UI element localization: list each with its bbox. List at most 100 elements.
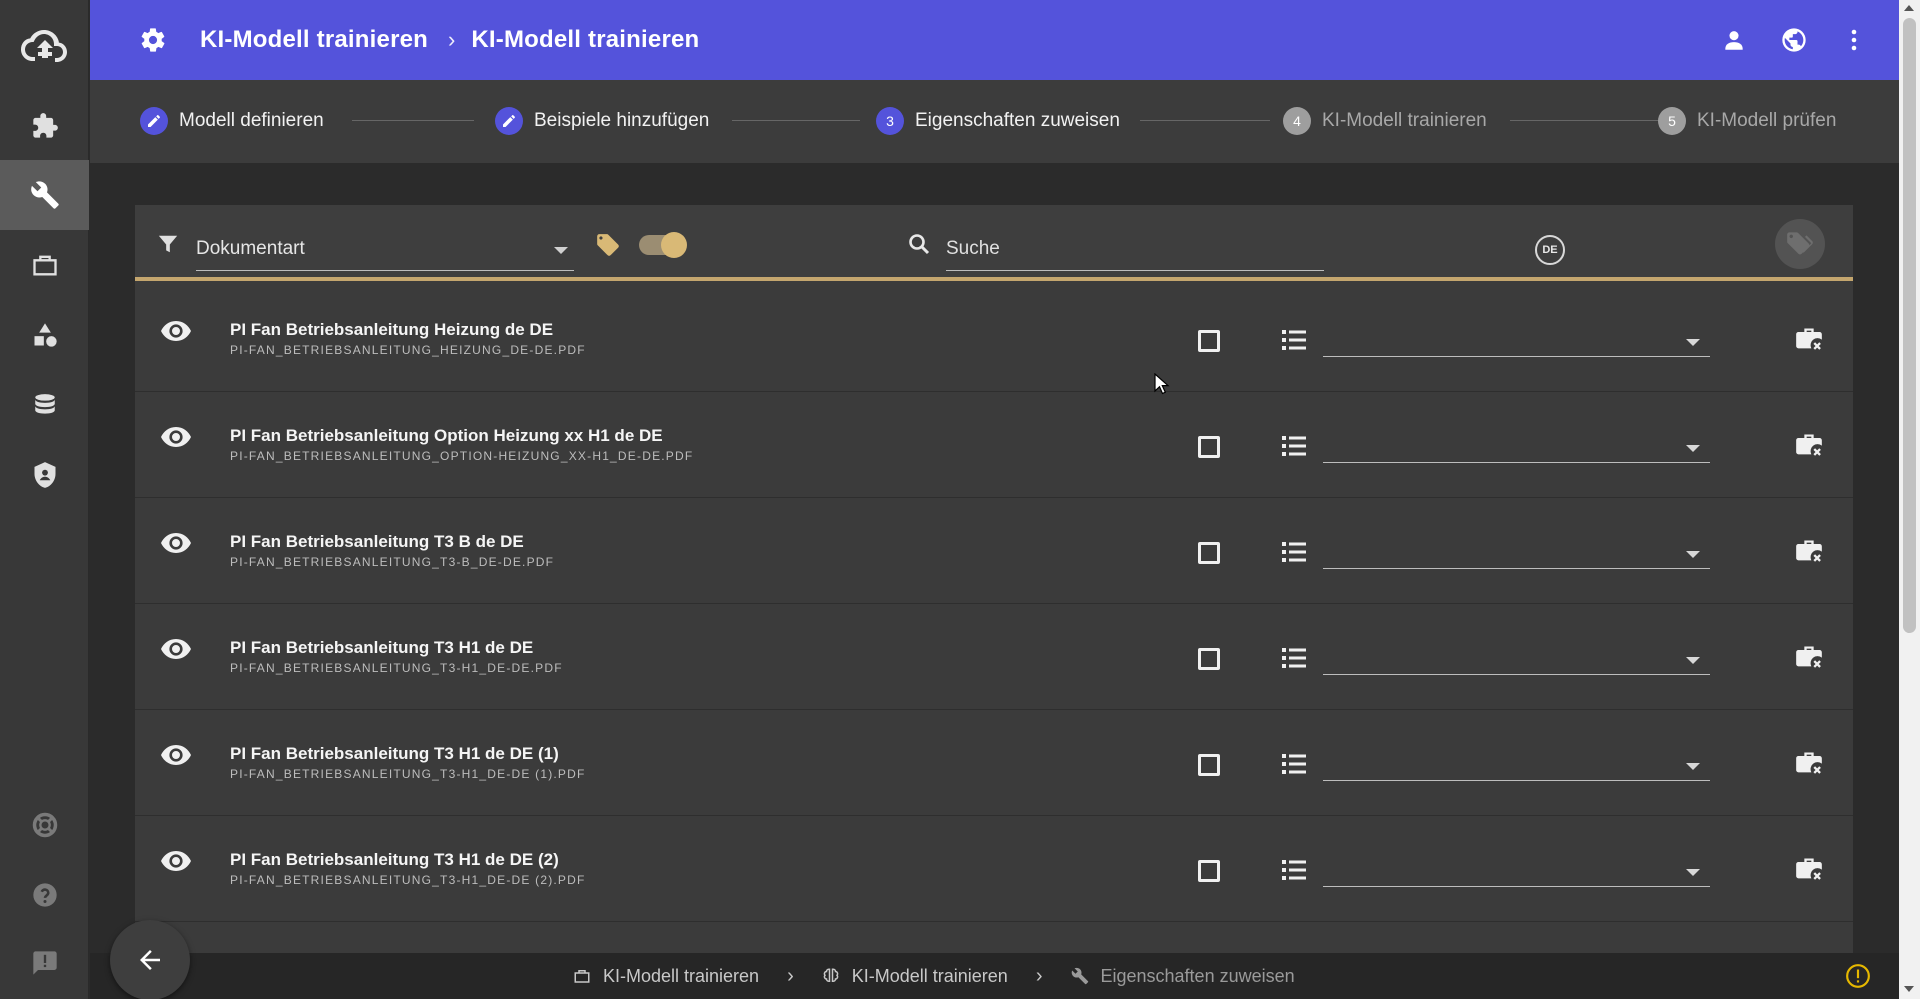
remove-from-training-button[interactable] bbox=[1795, 644, 1823, 670]
property-select[interactable] bbox=[1323, 324, 1710, 357]
step-assign-properties[interactable]: 3 Eigenschaften zuweisen bbox=[876, 105, 1120, 137]
scroll-down-arrow-icon[interactable] bbox=[1904, 986, 1914, 992]
preview-button[interactable] bbox=[161, 744, 191, 766]
step-add-examples[interactable]: Beispiele hinzufügen bbox=[495, 105, 709, 137]
remove-from-training-button[interactable] bbox=[1795, 432, 1823, 458]
warning-button[interactable] bbox=[1845, 963, 1871, 989]
sidebar-item-help[interactable] bbox=[0, 860, 89, 930]
briefcase-icon bbox=[32, 255, 57, 276]
property-select[interactable] bbox=[1323, 854, 1710, 887]
step-label: KI-Modell prüfen bbox=[1697, 110, 1837, 131]
chevron-down-icon bbox=[1686, 657, 1700, 664]
document-checkbox[interactable] bbox=[1198, 860, 1220, 882]
step-model-define[interactable]: Modell definieren bbox=[140, 105, 324, 137]
preview-button[interactable] bbox=[161, 638, 191, 660]
document-checkbox[interactable] bbox=[1198, 754, 1220, 776]
language-button[interactable] bbox=[1779, 22, 1809, 58]
search-input[interactable] bbox=[946, 238, 1316, 260]
sidebar-item-tools[interactable] bbox=[0, 160, 89, 230]
list-icon bbox=[1282, 330, 1306, 350]
property-select[interactable] bbox=[1323, 430, 1710, 463]
preview-button[interactable] bbox=[161, 532, 191, 554]
preview-button[interactable] bbox=[161, 320, 191, 342]
breadcrumb-item[interactable]: KI-Modell trainieren bbox=[822, 966, 1008, 987]
step-number: 3 bbox=[876, 107, 904, 135]
remove-from-training-button[interactable] bbox=[1795, 538, 1823, 564]
eye-icon bbox=[161, 639, 191, 659]
search-field[interactable] bbox=[946, 231, 1324, 271]
more-menu-button[interactable] bbox=[1839, 22, 1869, 58]
preview-button[interactable] bbox=[161, 850, 191, 872]
sidebar-item-data[interactable] bbox=[0, 370, 89, 440]
preview-button[interactable] bbox=[161, 426, 191, 448]
document-row: PI Fan Betriebsanleitung Heizung de DE P… bbox=[135, 286, 1853, 392]
property-select[interactable] bbox=[1323, 748, 1710, 781]
sidebar-item-support[interactable] bbox=[0, 790, 89, 860]
briefcase-remove-icon bbox=[1796, 752, 1822, 774]
sidebar-item-feedback[interactable] bbox=[0, 928, 89, 998]
scroll-thumb[interactable] bbox=[1903, 18, 1916, 633]
sidebar-item-projects[interactable] bbox=[0, 230, 89, 300]
search-icon bbox=[907, 232, 931, 256]
document-row: PI Fan Betriebsanleitung T3 H1 de DE (2)… bbox=[135, 816, 1853, 922]
document-filename: PI-FAN_BETRIEBSANLEITUNG_OPTION-HEIZUNG_… bbox=[230, 449, 694, 463]
cloud-upload-logo[interactable] bbox=[0, 16, 89, 76]
settings-button[interactable] bbox=[138, 25, 168, 55]
property-select[interactable] bbox=[1323, 536, 1710, 569]
document-checkbox[interactable] bbox=[1198, 330, 1220, 352]
shield-icon bbox=[34, 462, 55, 488]
document-type-select[interactable]: Dokumentart bbox=[196, 231, 574, 271]
briefcase-icon bbox=[574, 970, 590, 983]
warning-icon bbox=[1846, 964, 1870, 988]
remove-from-training-button[interactable] bbox=[1795, 326, 1823, 352]
breadcrumb-label: KI-Modell trainieren bbox=[603, 965, 760, 986]
document-checkbox[interactable] bbox=[1198, 436, 1220, 458]
chevron-down-icon bbox=[1686, 445, 1700, 452]
list-icon bbox=[1282, 436, 1306, 456]
sidebar-item-components[interactable] bbox=[0, 91, 89, 161]
person-icon bbox=[1725, 31, 1743, 50]
back-button[interactable] bbox=[110, 920, 190, 999]
chevron-down-icon bbox=[1686, 763, 1700, 770]
header-actions bbox=[1719, 22, 1869, 58]
document-row: PI Fan Betriebsanleitung T3 H1 de DE PI-… bbox=[135, 604, 1853, 710]
more-vertical-icon bbox=[1851, 29, 1857, 51]
property-select[interactable] bbox=[1323, 642, 1710, 675]
chevron-down-icon bbox=[1686, 869, 1700, 876]
document-checkbox[interactable] bbox=[1198, 648, 1220, 670]
briefcase-remove-icon bbox=[1796, 328, 1822, 350]
step-connector bbox=[352, 120, 474, 121]
document-filename: PI-FAN_BETRIEBSANLEITUNG_HEIZUNG_DE-DE.P… bbox=[230, 343, 586, 357]
step-edit-badge bbox=[495, 107, 523, 135]
language-badge[interactable]: DE bbox=[1535, 235, 1565, 265]
step-check-model[interactable]: 5 KI-Modell prüfen bbox=[1658, 105, 1836, 137]
tag-icon bbox=[595, 232, 621, 258]
eye-icon bbox=[161, 745, 191, 765]
step-train-model[interactable]: 4 KI-Modell trainieren bbox=[1283, 105, 1487, 137]
remove-from-training-button[interactable] bbox=[1795, 856, 1823, 882]
document-filename: PI-FAN_BETRIEBSANLEITUNG_T3-H1_DE-DE.PDF bbox=[230, 661, 563, 675]
eye-icon bbox=[161, 533, 191, 553]
eye-icon bbox=[161, 321, 191, 341]
account-button[interactable] bbox=[1719, 22, 1749, 58]
bulk-tag-button[interactable] bbox=[1775, 219, 1825, 269]
step-edit-badge bbox=[140, 107, 168, 135]
breadcrumb-item[interactable]: Eigenschaften zuweisen bbox=[1071, 966, 1295, 987]
arrow-left-icon bbox=[140, 950, 160, 970]
globe-icon bbox=[1782, 28, 1806, 52]
chevron-down-icon bbox=[554, 247, 568, 254]
sidebar-item-models[interactable] bbox=[0, 300, 89, 370]
document-title: PI Fan Betriebsanleitung Heizung de DE bbox=[230, 320, 554, 339]
remove-from-training-button[interactable] bbox=[1795, 750, 1823, 776]
page-title: KI-Modell trainieren bbox=[200, 26, 429, 53]
step-label: Eigenschaften zuweisen bbox=[915, 110, 1120, 131]
breadcrumb-item[interactable]: KI-Modell trainieren bbox=[573, 966, 759, 987]
eye-icon bbox=[161, 427, 191, 447]
page-scrollbar[interactable] bbox=[1899, 0, 1920, 999]
sidebar-item-security[interactable] bbox=[0, 440, 89, 510]
step-label: Modell definieren bbox=[179, 110, 324, 131]
document-list: PI Fan Betriebsanleitung Heizung de DE P… bbox=[135, 286, 1853, 922]
scroll-up-arrow-icon[interactable] bbox=[1904, 5, 1914, 11]
tag-filter-toggle[interactable] bbox=[639, 232, 687, 258]
document-checkbox[interactable] bbox=[1198, 542, 1220, 564]
